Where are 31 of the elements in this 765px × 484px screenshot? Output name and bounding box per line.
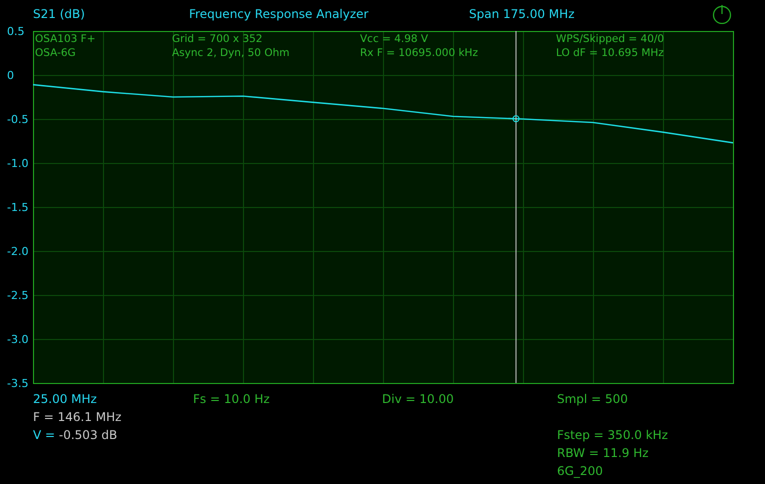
info-text: Vcc = 4.98 V — [360, 32, 430, 46]
axis-title: S21 (dB) — [33, 7, 86, 21]
setting-text: 6G_200 — [557, 463, 604, 480]
setting-text: Fstep = 350.0 kHz — [557, 427, 668, 444]
tick-label: -0.5 — [7, 113, 28, 126]
readout-text: V = -0.503 dB — [33, 427, 118, 444]
tick-label: -1.5 — [7, 201, 28, 214]
setting-text: RBW = 11.9 Hz — [557, 445, 650, 462]
info-text: LO dF = 10.695 MHz — [556, 46, 664, 60]
start-frequency: 25.00 MHz — [33, 391, 98, 408]
info-text: WPS/Skipped = 40/0 — [556, 32, 664, 46]
tick-label: 0 — [7, 69, 14, 82]
cursor[interactable] — [512, 31, 520, 383]
tick-label: -2.0 — [7, 245, 28, 258]
info-text: Grid = 700 x 352 — [172, 32, 264, 46]
div-label: Div = 10.00 — [382, 392, 454, 406]
info-text: OSA103 F+ — [35, 32, 97, 46]
power-icon[interactable] — [712, 4, 732, 24]
setting-text: Smpl = 500 — [557, 391, 629, 408]
info-text: Async 2, Dyn, 50 Ohm — [172, 46, 290, 60]
info-text: OSA-6G — [35, 46, 77, 60]
tick-label: -2.5 — [7, 289, 28, 302]
span-label: Span 175.00 MHz — [469, 7, 576, 21]
tick-label: -1.0 — [7, 157, 28, 170]
tick-label: -3.5 — [7, 377, 28, 390]
readout-text: F = 146.1 MHz — [33, 409, 122, 426]
tick-label: 0.5 — [7, 25, 24, 38]
tick-label: -3.0 — [7, 333, 28, 346]
info-text: Rx F = 10695.000 kHz — [360, 46, 479, 60]
window-title: Frequency Response Analyzer — [189, 7, 370, 21]
fs-label: Fs = 10.0 Hz — [193, 392, 270, 406]
